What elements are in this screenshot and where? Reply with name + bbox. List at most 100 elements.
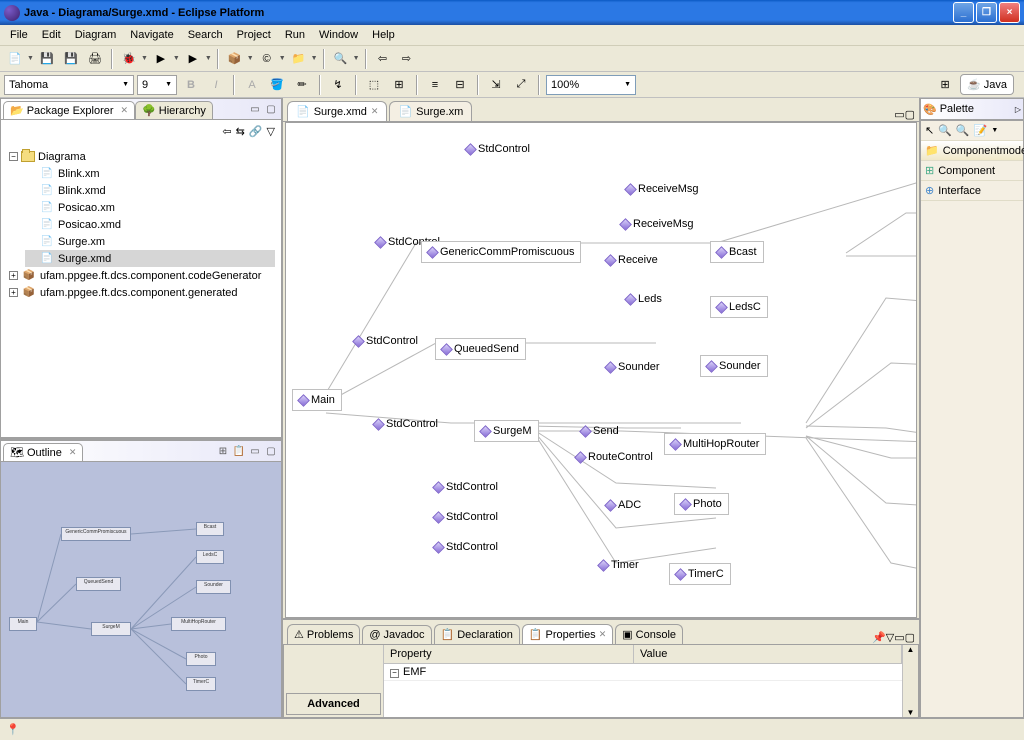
minimize-button[interactable]: _ — [953, 2, 974, 23]
file-node[interactable]: 📄Blink.xm — [25, 165, 275, 182]
property-group-row[interactable]: −EMF — [384, 664, 902, 681]
restore-button[interactable]: ❐ — [976, 2, 997, 23]
back-nav-button[interactable]: ⇦ — [222, 125, 231, 138]
distribute-button[interactable]: ⊟ — [449, 74, 471, 96]
fill-color-button[interactable]: 🪣 — [266, 74, 288, 96]
save-all-button[interactable]: 💾 — [60, 48, 82, 70]
scroll-down-button[interactable]: ▼ — [903, 708, 918, 717]
java-perspective-button[interactable]: ☕Java — [960, 74, 1014, 95]
palette-select-tool[interactable]: ↖ 🔍 🔍 📝 ▼ — [921, 121, 1023, 141]
component-photo[interactable]: Photo — [674, 493, 729, 515]
save-button[interactable]: 💾 — [36, 48, 58, 70]
problems-tab[interactable]: ⚠ Problems — [287, 624, 360, 644]
minimize-view-button[interactable]: ▭ — [247, 443, 263, 459]
pin-button[interactable]: 📌 — [872, 631, 886, 644]
file-node[interactable]: 📄Posicao.xm — [25, 199, 275, 216]
minimize-editor-button[interactable]: ▭ — [894, 108, 904, 121]
minimize-view-button[interactable]: ▭ — [894, 631, 904, 644]
new-package-button[interactable]: 📦 — [224, 48, 246, 70]
expand-icon[interactable]: + — [9, 271, 18, 280]
properties-tab[interactable]: 📋 Properties✕ — [522, 624, 613, 644]
menu-edit[interactable]: Edit — [35, 27, 68, 43]
new-folder-button[interactable]: 📁 — [288, 48, 310, 70]
router-button[interactable]: ↯ — [327, 74, 349, 96]
component-genericcomm[interactable]: GenericCommPromiscuous — [421, 241, 581, 263]
palette-interface-tool[interactable]: ⊕ Interface — [921, 181, 1023, 201]
maximize-view-button[interactable]: ▢ — [263, 443, 279, 459]
collapse-button[interactable]: ⇆ — [236, 125, 245, 138]
line-color-button[interactable]: ✏ — [291, 74, 313, 96]
file-node[interactable]: 📄Surge.xm — [25, 233, 275, 250]
close-icon[interactable]: ✕ — [371, 106, 379, 117]
expand-icon[interactable]: + — [9, 288, 18, 297]
outline-thumbnail[interactable]: Main GenericCommPromiscuous QueuedSend S… — [0, 462, 282, 718]
close-icon[interactable]: ✕ — [69, 447, 77, 458]
component-queuedsend[interactable]: QueuedSend — [435, 338, 526, 360]
back-button[interactable]: ⇦ — [372, 48, 394, 70]
outline-mode2-button[interactable]: 📋 — [231, 443, 247, 459]
editor-tab[interactable]: 📄 Surge.xm — [389, 101, 472, 121]
maximize-view-button[interactable]: ▢ — [905, 631, 915, 644]
package-explorer-tree[interactable]: −Diagrama 📄Blink.xm 📄Blink.xmd 📄Posicao.… — [0, 142, 282, 438]
menu-help[interactable]: Help — [365, 27, 402, 43]
menu-diagram[interactable]: Diagram — [68, 27, 124, 43]
console-tab[interactable]: ▣ Console — [615, 624, 683, 644]
autosize-button[interactable]: ⤢ — [510, 74, 532, 96]
close-icon[interactable]: ✕ — [599, 629, 607, 640]
editor-tab-active[interactable]: 📄 Surge.xmd✕ — [287, 101, 387, 121]
align-button[interactable]: ≡ — [424, 74, 446, 96]
menu-file[interactable]: File — [3, 27, 35, 43]
minimize-view-button[interactable]: ▭ — [247, 101, 263, 117]
value-column-header[interactable]: Value — [634, 645, 902, 663]
open-perspective-button[interactable]: ⊞ — [934, 74, 956, 96]
run-ext-button[interactable]: ▶ — [182, 48, 204, 70]
select-button[interactable]: ⬚ — [363, 74, 385, 96]
component-multihoprouter[interactable]: MultiHopRouter — [664, 433, 766, 455]
outline-tab[interactable]: 🗺 Outline✕ — [3, 443, 83, 461]
font-combo[interactable]: Tahoma▼ — [4, 75, 134, 95]
size-button[interactable]: ⇲ — [485, 74, 507, 96]
maximize-editor-button[interactable]: ▢ — [905, 108, 915, 121]
property-column-header[interactable]: Property — [384, 645, 634, 663]
palette-group[interactable]: 📁 Componentmodel ⇔ — [921, 141, 1023, 161]
search-button[interactable]: 🔍 — [330, 48, 352, 70]
file-node[interactable]: 📄Posicao.xmd — [25, 216, 275, 233]
italic-button[interactable]: I — [205, 74, 227, 96]
menu-run[interactable]: Run — [278, 27, 312, 43]
new-button[interactable]: 📄 — [4, 48, 26, 70]
package-node[interactable]: +📦ufam.ppgee.ft.dcs.component.codeGenera… — [7, 267, 275, 284]
maximize-view-button[interactable]: ▢ — [263, 101, 279, 117]
run-button[interactable]: ▶ — [150, 48, 172, 70]
view-menu-button[interactable]: ▽ — [267, 125, 275, 138]
component-sounder[interactable]: Sounder — [700, 355, 768, 377]
component-timerc[interactable]: TimerC — [669, 563, 731, 585]
new-class-button[interactable]: © — [256, 48, 278, 70]
bold-button[interactable]: B — [180, 74, 202, 96]
javadoc-tab[interactable]: @ Javadoc — [362, 625, 431, 644]
view-menu-button[interactable]: ▽ — [886, 631, 894, 644]
diagram-editor[interactable]: StdControl ReceiveMsg ReceiveMsg StdCont… — [285, 122, 917, 618]
menu-project[interactable]: Project — [230, 27, 278, 43]
hierarchy-tab[interactable]: 🌳 Hierarchy — [135, 101, 213, 119]
menu-navigate[interactable]: Navigate — [123, 27, 180, 43]
declaration-tab[interactable]: 📋 Declaration — [434, 624, 520, 644]
collapse-icon[interactable]: − — [9, 152, 18, 161]
palette-toggle-icon[interactable]: ▷ — [1015, 105, 1021, 114]
package-node[interactable]: +📦ufam.ppgee.ft.dcs.component.generated — [7, 284, 275, 301]
menu-search[interactable]: Search — [181, 27, 230, 43]
scroll-up-button[interactable]: ▲ — [903, 645, 918, 654]
zoom-combo[interactable]: 100%▼ — [546, 75, 636, 95]
component-ledsc[interactable]: LedsC — [710, 296, 768, 318]
project-node[interactable]: −Diagrama — [7, 148, 275, 165]
print-button[interactable]: 🖨 — [84, 48, 106, 70]
close-icon[interactable]: ✕ — [121, 105, 129, 116]
outline-mode-button[interactable]: ⊞ — [215, 443, 231, 459]
component-main[interactable]: Main — [292, 389, 342, 411]
palette-component-tool[interactable]: ⊞ Component — [921, 161, 1023, 181]
forward-button[interactable]: ⇨ — [396, 48, 418, 70]
advanced-tab-button[interactable]: Advanced — [286, 693, 381, 715]
debug-button[interactable]: 🐞 — [118, 48, 140, 70]
component-surgem[interactable]: SurgeM — [474, 420, 539, 442]
menu-window[interactable]: Window — [312, 27, 365, 43]
component-bcast[interactable]: Bcast — [710, 241, 764, 263]
